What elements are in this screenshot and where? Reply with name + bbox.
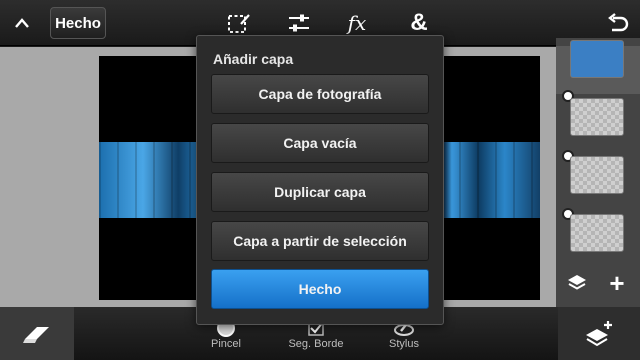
stylus-tool-label: Stylus: [389, 338, 419, 350]
app-screen: Hecho fx & + Pincel Seg. Borde Stylus Añ…: [0, 0, 640, 360]
edge-tool-label: Seg. Borde: [288, 338, 344, 350]
layer-thumbnail[interactable]: [570, 98, 624, 136]
layer-thumbnail[interactable]: [570, 156, 624, 194]
add-layer-dialog: Añadir capa Capa de fotografía Capa vací…: [196, 35, 444, 325]
layer-thumbnail[interactable]: [570, 40, 624, 78]
selection-icon: [228, 14, 250, 33]
layers-icon: [568, 275, 586, 290]
ampersand-icon: &: [410, 9, 428, 36]
undo-button[interactable]: [602, 4, 634, 42]
fx-icon: fx: [347, 11, 367, 35]
photo-layer-button[interactable]: Capa de fotografía: [211, 74, 429, 114]
empty-layer-button[interactable]: Capa vacía: [211, 123, 429, 163]
dialog-title: Añadir capa: [213, 51, 294, 67]
dialog-done-button[interactable]: Hecho: [211, 269, 429, 309]
adjustments-icon: [289, 14, 309, 32]
chevron-up-icon: [15, 18, 29, 28]
layers-plus-icon: [586, 320, 612, 346]
layer-from-selection-button[interactable]: Capa a partir de selección: [211, 221, 429, 261]
layer-thumbnail[interactable]: [570, 214, 624, 252]
undo-icon: [608, 13, 629, 32]
eraser-button[interactable]: [0, 307, 74, 360]
eraser-icon: [23, 326, 49, 343]
layers-toggle-button[interactable]: [558, 262, 596, 304]
toolbar-done-button[interactable]: Hecho: [50, 7, 106, 39]
collapse-button[interactable]: [6, 4, 38, 42]
duplicate-layer-button[interactable]: Duplicar capa: [211, 172, 429, 212]
add-layer-menu-button[interactable]: [558, 307, 640, 360]
add-layer-button[interactable]: +: [598, 262, 636, 304]
brush-tool-label: Pincel: [211, 338, 241, 350]
